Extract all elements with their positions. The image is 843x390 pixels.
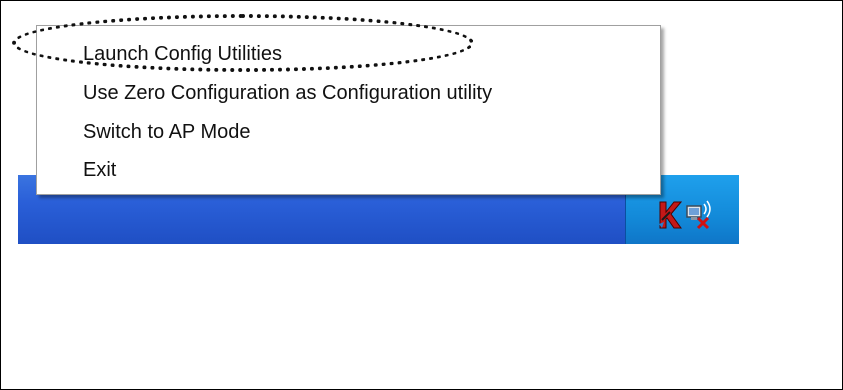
menu-item-switch-to-ap-mode[interactable]: Switch to AP Mode <box>83 117 251 147</box>
menu-item-exit[interactable]: Exit <box>83 155 116 185</box>
tray-context-menu: Launch Config Utilities Use Zero Configu… <box>36 25 661 195</box>
menu-item-use-zero-configuration[interactable]: Use Zero Configuration as Configuration … <box>83 78 492 108</box>
wireless-utility-k-icon[interactable] <box>656 198 682 232</box>
menu-item-launch-config-utilities[interactable]: Launch Config Utilities <box>83 39 282 69</box>
wireless-network-disconnected-icon[interactable] <box>684 196 718 232</box>
